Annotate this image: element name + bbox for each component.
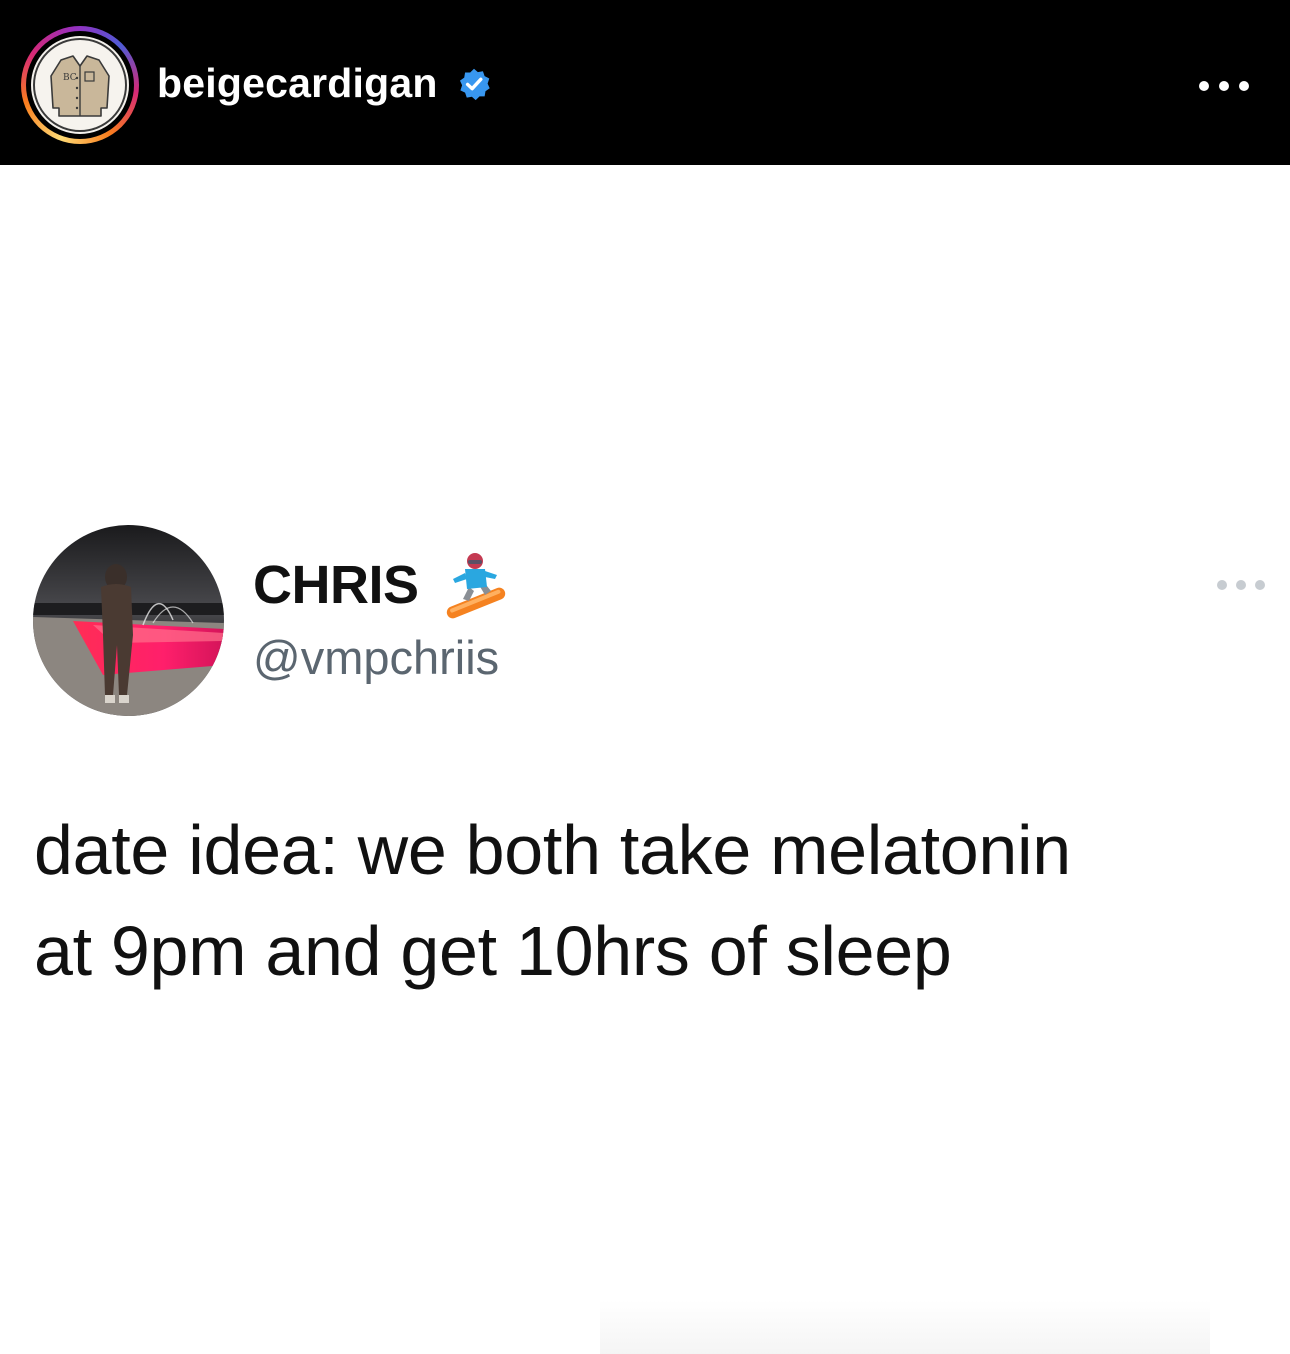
tweet-handle[interactable]: @vmpchriis <box>253 630 499 686</box>
tweet-avatar[interactable] <box>33 525 224 716</box>
post-username[interactable]: beigecardigan <box>157 58 438 108</box>
tweet-text: date idea: we both take melatonin at 9pm… <box>34 800 1264 1002</box>
avatar-logo-text: BC <box>63 73 77 83</box>
more-horizontal-icon[interactable] <box>1196 68 1252 104</box>
bottom-shadow <box>600 1300 1210 1354</box>
avatar[interactable]: BC <box>31 36 129 134</box>
tweet-text-line: date idea: we both take melatonin <box>34 811 1071 889</box>
tweet-text-line: at 9pm and get 10hrs of sleep <box>34 912 952 990</box>
tweet-author[interactable]: CHRIS <box>253 552 509 619</box>
story-ring[interactable]: BC <box>21 26 139 144</box>
snowboarder-icon <box>446 553 505 619</box>
tweet-more-icon[interactable] <box>1214 574 1268 596</box>
profile-photo <box>33 525 224 716</box>
post-header: BC beigecardigan <box>0 0 1290 165</box>
verified-badge-icon <box>459 68 490 101</box>
cardigan-logo-icon: BC <box>33 38 127 132</box>
tweet-display-name[interactable]: CHRIS <box>253 554 419 616</box>
